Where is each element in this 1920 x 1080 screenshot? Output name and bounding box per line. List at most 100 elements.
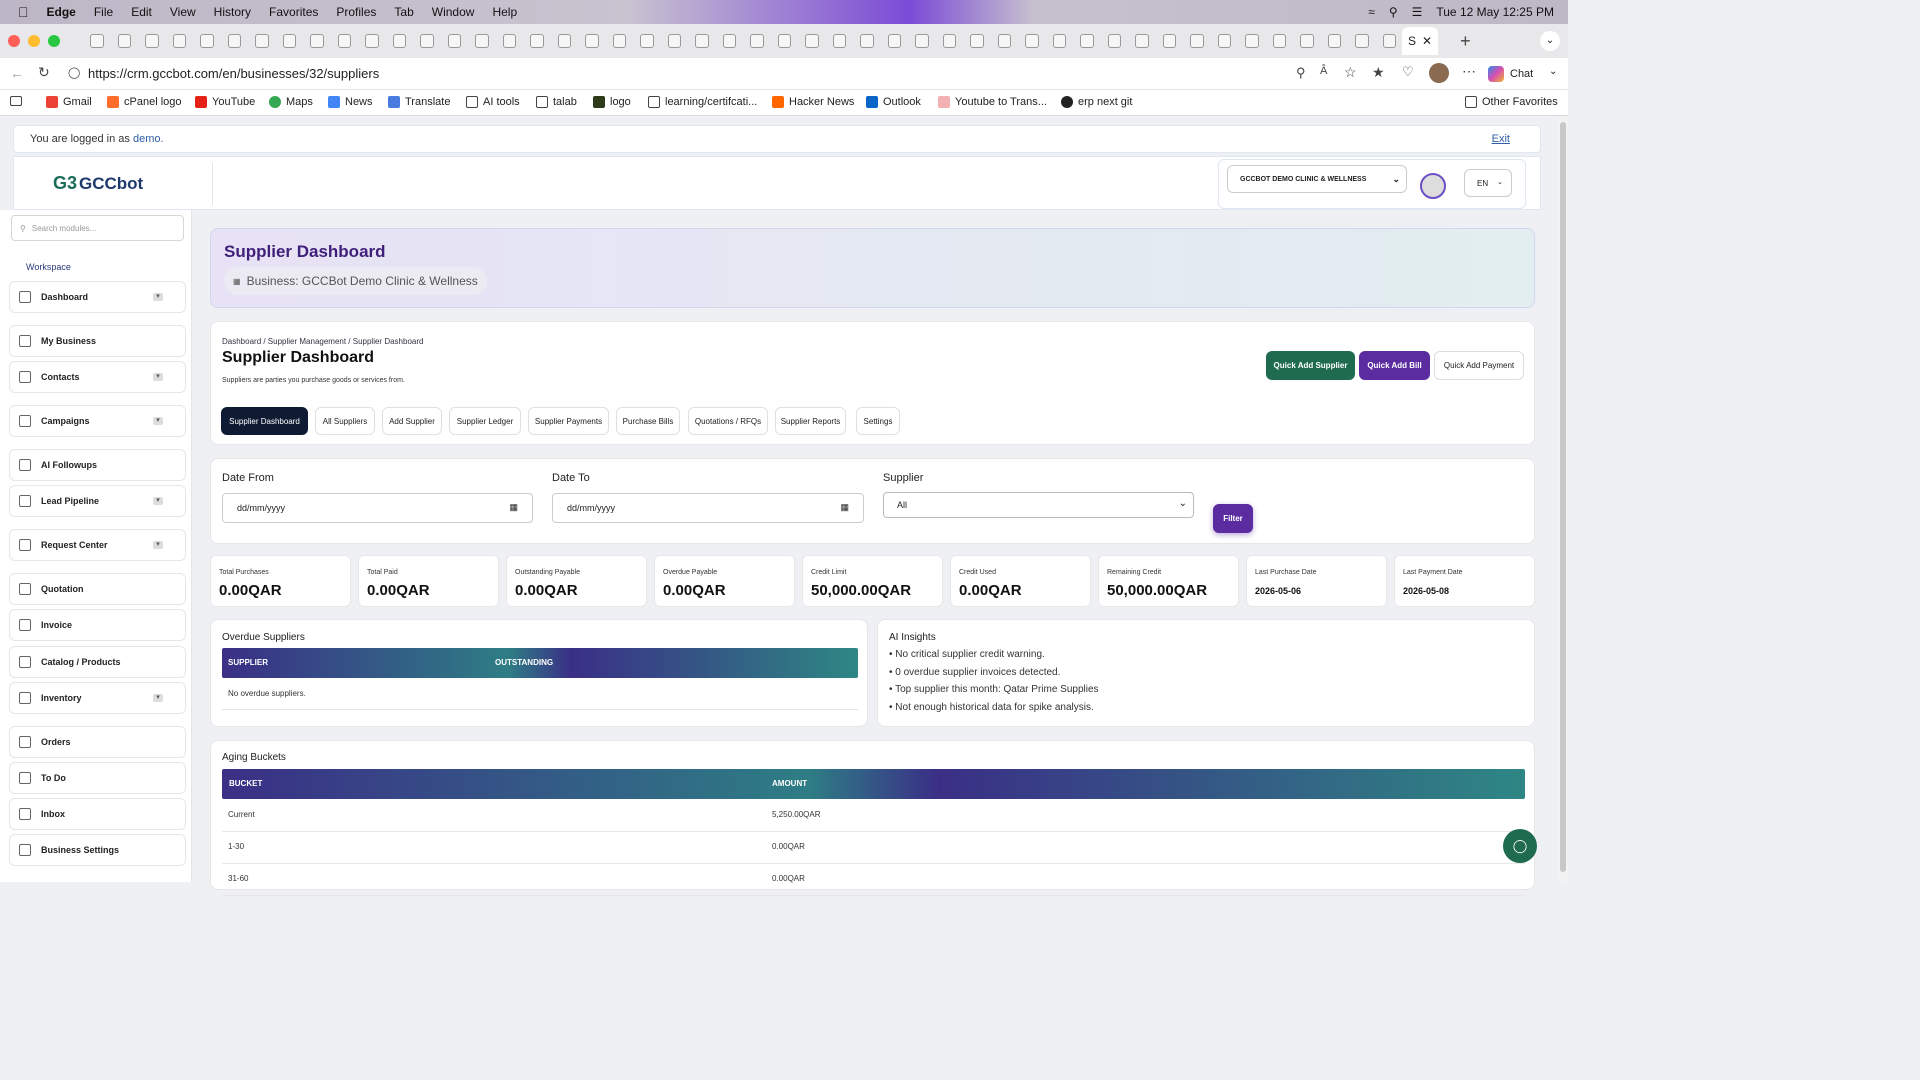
browser-tab-favicon-icon[interactable] — [667, 34, 681, 48]
chevron-down-icon[interactable]: ▾ — [153, 694, 163, 702]
browser-tab-favicon-icon[interactable] — [420, 34, 434, 48]
favorites-icon[interactable]: ★ — [1372, 64, 1385, 81]
sidebar-item-catalog-products[interactable]: Catalog / Products — [9, 646, 186, 678]
module-search-input[interactable]: ⚲ Search modules... — [11, 215, 184, 241]
browser-tab-favicon-icon[interactable] — [392, 34, 406, 48]
exit-link[interactable]: Exit — [1492, 133, 1510, 145]
chat-fab-button[interactable]: ◯ — [1503, 829, 1537, 863]
sidebar-item-inbox[interactable]: Inbox — [9, 798, 186, 830]
active-tab[interactable]: S ✕ — [1402, 27, 1439, 55]
supplier-select[interactable]: All ⌄ — [883, 492, 1194, 518]
browser-tab-favicon-icon[interactable] — [1052, 34, 1066, 48]
minimize-window-icon[interactable] — [28, 35, 40, 47]
browser-tab-favicon-icon[interactable] — [750, 34, 764, 48]
chevron-down-icon[interactable]: ▾ — [153, 417, 163, 425]
zoom-icon[interactable]: ⚲ — [1296, 65, 1306, 81]
menu-app[interactable]: Edge — [47, 5, 76, 19]
browser-tab-favicon-icon[interactable] — [1382, 34, 1396, 48]
bookmark-maps[interactable]: Maps — [269, 96, 313, 108]
browser-tab-favicon-icon[interactable] — [970, 34, 984, 48]
bookmark-translate[interactable]: Translate — [388, 96, 450, 108]
browser-tab-favicon-icon[interactable] — [1135, 34, 1149, 48]
bookmark-hacker-news[interactable]: Hacker News — [772, 96, 854, 108]
quick-add-supplier-button[interactable]: Quick Add Supplier — [1266, 351, 1355, 380]
browser-tab-favicon-icon[interactable] — [1355, 34, 1369, 48]
sidebar-item-request-center[interactable]: Request Center ▾ — [9, 529, 186, 561]
browser-tab-favicon-icon[interactable] — [585, 34, 599, 48]
apple-icon[interactable]:  — [18, 4, 29, 20]
logo[interactable]: G3 GCCbot — [53, 173, 143, 194]
browser-tab-favicon-icon[interactable] — [805, 34, 819, 48]
browser-tab-favicon-icon[interactable] — [145, 34, 159, 48]
sidebar-item-contacts[interactable]: Contacts ▾ — [9, 361, 186, 393]
date-from-input[interactable]: dd/mm/yyyy ▦ — [222, 493, 533, 523]
chevron-down-icon[interactable]: ⌄ — [1549, 66, 1557, 77]
sidebar-item-quotation[interactable]: Quotation — [9, 573, 186, 605]
chevron-down-icon[interactable]: ▾ — [153, 293, 163, 301]
close-window-icon[interactable] — [8, 35, 20, 47]
browser-tab-favicon-icon[interactable] — [557, 34, 571, 48]
menu-view[interactable]: View — [170, 5, 196, 19]
sidebar-item-my-business[interactable]: My Business — [9, 325, 186, 357]
user-avatar[interactable] — [1420, 173, 1446, 199]
menu-favorites[interactable]: Favorites — [269, 5, 318, 19]
bookmark-erp-git[interactable]: erp next git — [1061, 96, 1132, 108]
control-center-icon[interactable]: ☰ — [1412, 5, 1423, 19]
profile-avatar[interactable] — [1429, 63, 1449, 83]
sidebar-item-inventory[interactable]: Inventory ▾ — [9, 682, 186, 714]
browser-tab-favicon-icon[interactable] — [282, 34, 296, 48]
browser-tab-favicon-icon[interactable] — [1245, 34, 1259, 48]
bookmark-gmail[interactable]: Gmail — [46, 96, 92, 108]
scrollbar-thumb[interactable] — [1560, 122, 1566, 872]
menu-file[interactable]: File — [94, 5, 113, 19]
business-select[interactable]: GCCBOT DEMO CLINIC & WELLNESS ⌄ — [1227, 165, 1407, 193]
bookmark-learning[interactable]: learning/certifcati... — [648, 96, 757, 108]
wifi-icon[interactable]: ≈ — [1368, 5, 1375, 19]
browser-tab-favicon-icon[interactable] — [117, 34, 131, 48]
quick-add-bill-button[interactable]: Quick Add Bill — [1359, 351, 1430, 380]
date-to-input[interactable]: dd/mm/yyyy ▦ — [552, 493, 864, 523]
health-icon[interactable]: ♡ — [1402, 64, 1414, 80]
copilot-chat-button[interactable]: Chat — [1488, 66, 1533, 82]
tab-purchase-bills[interactable]: Purchase Bills — [616, 407, 680, 435]
site-info-icon[interactable]: ◯ — [68, 66, 80, 79]
menu-profiles[interactable]: Profiles — [336, 5, 376, 19]
tab-add-supplier[interactable]: Add Supplier — [382, 407, 442, 435]
menu-edit[interactable]: Edit — [131, 5, 152, 19]
browser-tab-favicon-icon[interactable] — [1190, 34, 1204, 48]
browser-tab-favicon-icon[interactable] — [777, 34, 791, 48]
browser-tab-favicon-icon[interactable] — [860, 34, 874, 48]
browser-tab-favicon-icon[interactable] — [1107, 34, 1121, 48]
browser-tab-favicon-icon[interactable] — [90, 34, 104, 48]
tab-supplier-ledger[interactable]: Supplier Ledger — [449, 407, 521, 435]
bookmark-cpanel[interactable]: cPanel logo — [107, 96, 182, 108]
browser-tab-favicon-icon[interactable] — [832, 34, 846, 48]
browser-tab-favicon-icon[interactable] — [1300, 34, 1314, 48]
browser-tab-favicon-icon[interactable] — [1025, 34, 1039, 48]
browser-tab-favicon-icon[interactable] — [612, 34, 626, 48]
sidebar-item-business-settings[interactable]: Business Settings — [9, 834, 186, 866]
chevron-down-icon[interactable]: ▾ — [153, 373, 163, 381]
browser-tab-favicon-icon[interactable] — [1162, 34, 1176, 48]
new-tab-icon[interactable]: + — [1460, 31, 1471, 52]
tab-supplier-payments[interactable]: Supplier Payments — [528, 407, 609, 435]
tab-settings[interactable]: Settings — [856, 407, 900, 435]
chevron-down-icon[interactable]: ▾ — [153, 497, 163, 505]
close-tab-icon[interactable]: ✕ — [1422, 34, 1432, 48]
browser-tab-favicon-icon[interactable] — [695, 34, 709, 48]
browser-tab-favicon-icon[interactable] — [530, 34, 544, 48]
back-icon[interactable]: ← — [10, 65, 24, 81]
more-icon[interactable]: ⋯ — [1462, 63, 1476, 80]
browser-tab-favicon-icon[interactable] — [475, 34, 489, 48]
favorite-star-icon[interactable]: ☆ — [1344, 64, 1357, 81]
language-select[interactable]: EN ⌄ — [1464, 169, 1512, 197]
browser-tab-favicon-icon[interactable] — [310, 34, 324, 48]
browser-tab-favicon-icon[interactable] — [887, 34, 901, 48]
browser-tab-favicon-icon[interactable] — [722, 34, 736, 48]
sidebar-item-dashboard[interactable]: Dashboard ▾ — [9, 281, 186, 313]
sidebar-item-to-do[interactable]: To Do — [9, 762, 186, 794]
browser-tab-favicon-icon[interactable] — [997, 34, 1011, 48]
refresh-icon[interactable]: ↻ — [38, 64, 50, 81]
browser-tab-favicon-icon[interactable] — [915, 34, 929, 48]
browser-tab-favicon-icon[interactable] — [1327, 34, 1341, 48]
